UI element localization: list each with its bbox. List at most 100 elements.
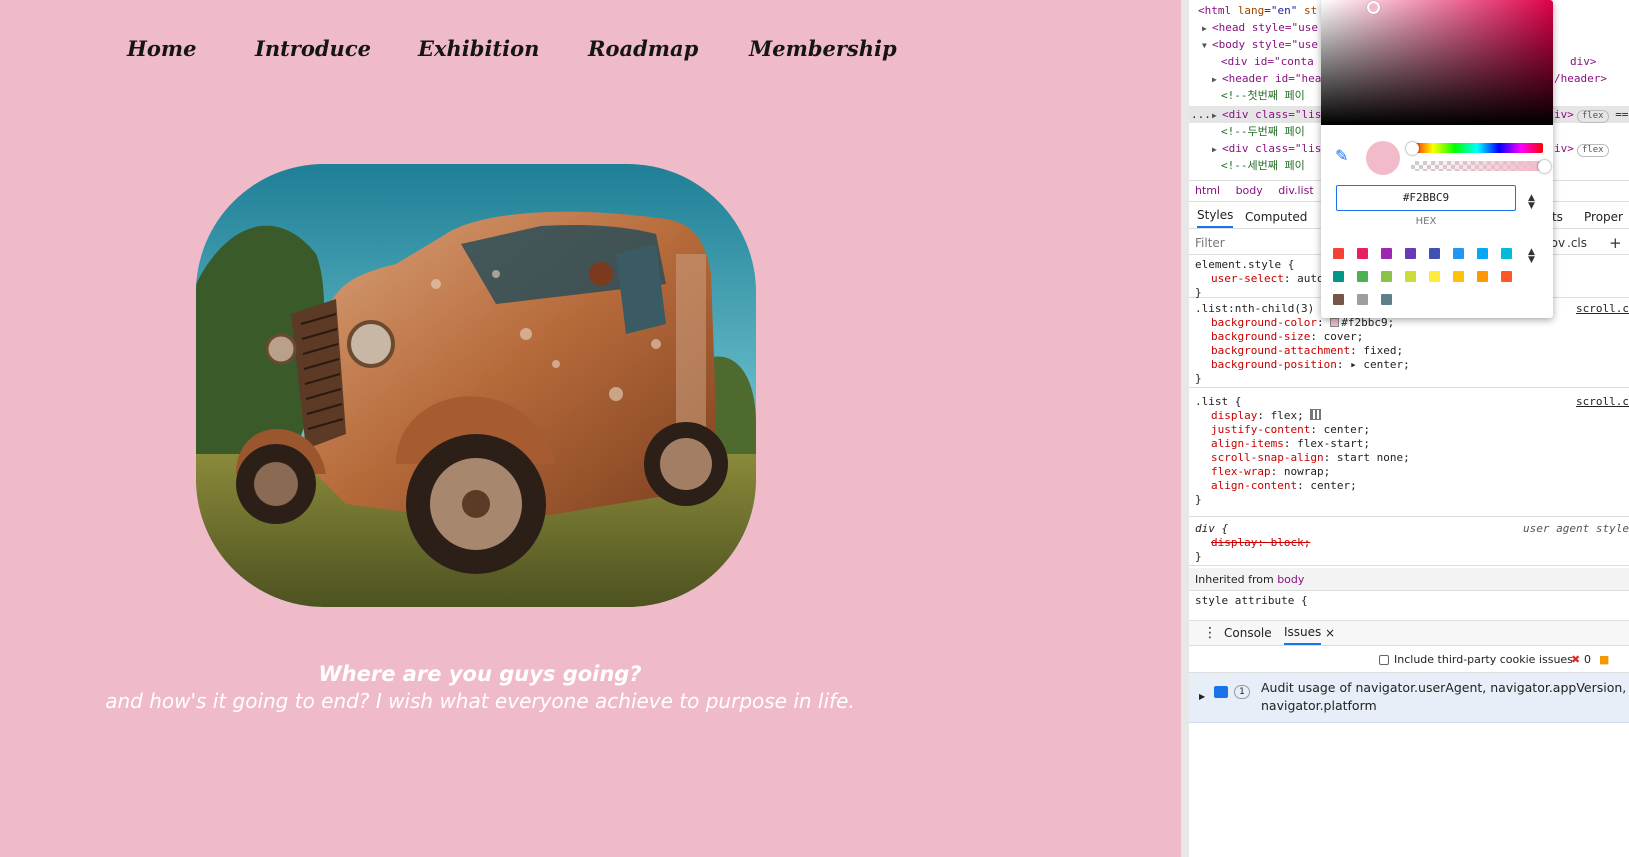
palette-swatch[interactable] [1381, 248, 1392, 259]
palette-swatch[interactable] [1381, 294, 1392, 305]
palette-swatch[interactable] [1405, 271, 1416, 282]
expand-triangle-icon[interactable]: ▶ [1212, 141, 1222, 158]
warning-count-icon: ■ [1599, 653, 1610, 666]
flex-editor-icon[interactable] [1310, 409, 1322, 420]
palette-swatch[interactable] [1477, 248, 1488, 259]
palette-swatch[interactable] [1501, 271, 1512, 282]
dom-node-container-end: div> [1570, 55, 1597, 68]
color-preview [1366, 141, 1400, 175]
palette-swatch[interactable] [1429, 248, 1440, 259]
palette-swatch[interactable] [1333, 271, 1344, 282]
decl-display[interactable]: display: flex; [1195, 409, 1623, 423]
decl-align-content[interactable]: align-content: center; [1195, 479, 1623, 493]
decl-justify-content[interactable]: justify-content: center; [1195, 423, 1623, 437]
palette-swatch[interactable] [1357, 271, 1368, 282]
nav-introduce[interactable]: Introduce [255, 36, 418, 61]
issue-row[interactable]: ▶ 1 Audit usage of navigator.userAgent, … [1189, 673, 1629, 723]
palette-swatch[interactable] [1357, 294, 1368, 305]
nav-home[interactable]: Home [127, 36, 255, 61]
drawer-tabs: ⋮ Console Issues × [1189, 620, 1629, 646]
kebab-menu-icon[interactable]: ⋮ [1203, 621, 1217, 645]
nav-roadmap[interactable]: Roadmap [588, 36, 749, 61]
dom-comment-3: <!--세번째 페이 [1221, 159, 1305, 172]
hue-slider[interactable] [1411, 143, 1543, 153]
rule-style-attribute: style attribute { [1195, 594, 1308, 607]
palette-swatch[interactable] [1501, 248, 1512, 259]
decl-background-position[interactable]: background-position: ▸ center; [1195, 358, 1623, 372]
dom-ellipsis[interactable]: ... [1191, 106, 1211, 123]
tab-styles[interactable]: Styles [1197, 205, 1234, 228]
website-viewport: Home Introduce Exhibition Roadmap Member… [0, 0, 1181, 857]
breadcrumb-body[interactable]: body [1236, 184, 1263, 197]
inherited-from-body[interactable]: body [1277, 573, 1304, 586]
hex-input[interactable]: #F2BBC9 [1336, 185, 1516, 211]
cls-button[interactable]: .cls [1567, 231, 1587, 255]
palette-swatch[interactable] [1357, 248, 1368, 259]
hue-slider-knob[interactable] [1406, 142, 1419, 155]
palette-swatch[interactable] [1453, 271, 1464, 282]
hero-image-rusty-car [196, 164, 756, 607]
palette-swatch[interactable] [1405, 248, 1416, 259]
decl-flex-wrap[interactable]: flex-wrap: nowrap; [1195, 465, 1623, 479]
rule-close: } [1195, 493, 1202, 506]
dom-node-head[interactable]: ▶ <head style="use [1202, 19, 1318, 36]
breadcrumb-div-list[interactable]: div.list [1278, 184, 1313, 197]
decl-align-items[interactable]: align-items: flex-start; [1195, 437, 1623, 451]
expand-triangle-icon[interactable]: ▶ [1199, 688, 1205, 706]
collapse-triangle-icon[interactable]: ▼ [1202, 37, 1212, 54]
expand-triangle-icon[interactable]: ▶ [1212, 107, 1222, 124]
alpha-slider[interactable] [1411, 161, 1543, 171]
decl-background-size[interactable]: background-size: cover; [1195, 330, 1623, 344]
alpha-slider-knob[interactable] [1538, 160, 1551, 173]
tab-computed[interactable]: Computed [1245, 205, 1307, 229]
rule-selector: .list { [1195, 395, 1242, 408]
color-swatch[interactable] [1330, 318, 1340, 327]
third-party-label: Include third-party cookie issues [1394, 653, 1573, 666]
styles-filter-input[interactable]: Filter [1195, 231, 1225, 255]
rule-source-link[interactable]: scroll.c [1576, 395, 1629, 409]
saturation-area[interactable] [1321, 0, 1553, 125]
tab-console[interactable]: Console [1224, 621, 1272, 645]
tab-properties[interactable]: Proper [1584, 205, 1623, 229]
expand-triangle-icon[interactable]: ▶ [1212, 71, 1222, 88]
palette-stepper-icon[interactable]: ▲ ▼ [1528, 248, 1535, 265]
close-icon[interactable]: × [1325, 621, 1335, 645]
format-stepper-icon[interactable]: ▲ ▼ [1528, 194, 1535, 211]
dom-node-list-selected[interactable]: ▶ <div class="lis [1212, 106, 1321, 123]
issue-title-line1: Audit usage of navigator.userAgent, navi… [1261, 680, 1629, 695]
palette-swatch[interactable] [1453, 248, 1464, 259]
palette-swatch[interactable] [1333, 248, 1344, 259]
flex-badge[interactable]: flex [1576, 144, 1609, 157]
rule-source-ua: user agent style [1523, 522, 1629, 535]
expand-triangle-icon[interactable]: ▶ [1202, 20, 1212, 37]
eyedropper-icon[interactable]: ✎ [1335, 146, 1348, 165]
decl-background-attachment[interactable]: background-attachment: fixed; [1195, 344, 1623, 358]
palette-swatch[interactable] [1429, 271, 1440, 282]
palette-swatch[interactable] [1477, 271, 1488, 282]
tab-issues[interactable]: Issues [1284, 621, 1322, 645]
dom-comment-2: <!--두번째 페이 [1221, 125, 1305, 138]
decl-scroll-snap-align[interactable]: scroll-snap-align: start none; [1195, 451, 1623, 465]
rule-source-link[interactable]: scroll.c [1576, 302, 1629, 316]
nav-membership[interactable]: Membership [749, 36, 897, 61]
decl-background-color[interactable]: background-color: #f2bbc9; [1195, 316, 1623, 330]
new-rule-button[interactable]: + [1609, 231, 1622, 255]
dom-node-header[interactable]: ▶ <header id="hea [1212, 70, 1321, 87]
dom-node-header-end: /header> [1554, 72, 1607, 85]
inherited-header: Inherited from body [1189, 568, 1629, 591]
dom-node-list2-end: iv> flex [1554, 140, 1609, 157]
dom-node-body[interactable]: ▼ <body style="use [1202, 36, 1318, 53]
palette-swatch[interactable] [1333, 294, 1344, 305]
saturation-handle[interactable] [1367, 1, 1380, 14]
palette-swatch[interactable] [1381, 271, 1392, 282]
issue-title-line2: navigator.platform [1261, 698, 1377, 713]
flex-badge[interactable]: flex [1576, 110, 1609, 123]
third-party-checkbox[interactable] [1379, 655, 1389, 665]
dom-node-list-2[interactable]: ▶ <div class="lis [1212, 140, 1321, 157]
nav-exhibition[interactable]: Exhibition [418, 36, 588, 61]
dom-node-list-end: iv> flex == [1554, 108, 1629, 123]
breadcrumb-html[interactable]: html [1195, 184, 1220, 197]
error-count: 0 [1584, 653, 1591, 666]
dom-node-html[interactable]: <html lang="en" st [1198, 2, 1317, 19]
dom-node-container[interactable]: <div id="conta [1221, 53, 1314, 70]
